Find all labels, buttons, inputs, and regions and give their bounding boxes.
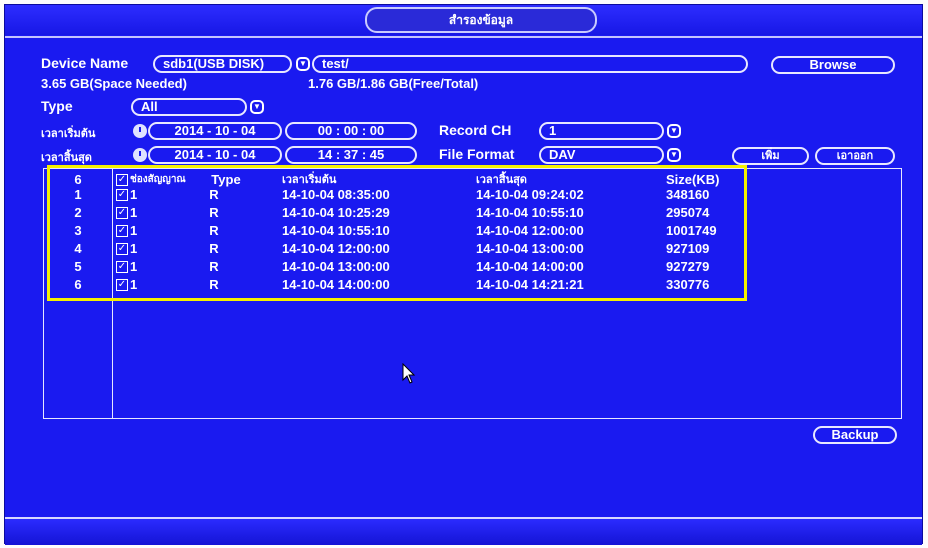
header-size: Size(KB)	[666, 172, 720, 187]
row-end: 14-10-04 12:00:00	[476, 223, 584, 238]
table-row[interactable]: 5 ✓ 1 R 14-10-04 13:00:00 14-10-04 14:00…	[44, 260, 901, 274]
row-end: 14-10-04 14:21:21	[476, 277, 584, 292]
screen: สำรองข้อมูล Device Name sdb1(USB DISK) ▼…	[0, 0, 928, 548]
title-bar: สำรองข้อมูล	[5, 5, 922, 35]
bottom-bar	[5, 517, 922, 545]
table-row[interactable]: 6 ✓ 1 R 14-10-04 14:00:00 14-10-04 14:21…	[44, 278, 901, 292]
title-separator	[5, 36, 922, 38]
header-count: 6	[74, 172, 82, 187]
end-date-field[interactable]: 2014 - 10 - 04	[148, 146, 282, 164]
row-size: 927109	[666, 241, 710, 256]
type-dropdown-icon[interactable]: ▼	[250, 100, 264, 114]
row-start: 14-10-04 12:00:00	[282, 241, 390, 256]
row-checkbox[interactable]: ✓	[116, 243, 128, 255]
end-time-field[interactable]: 14 : 37 : 45	[285, 146, 417, 164]
row-channel: 1	[130, 187, 138, 202]
backup-button[interactable]: Backup	[813, 426, 897, 444]
device-name-label: Device Name	[41, 55, 129, 71]
row-checkbox[interactable]: ✓	[116, 207, 128, 219]
end-time-label: เวลาสิ้นสุด	[41, 152, 92, 164]
end-clock-icon[interactable]	[133, 148, 147, 162]
row-index: 6	[74, 277, 82, 292]
browse-button[interactable]: Browse	[771, 56, 895, 74]
row-channel: 1	[130, 277, 138, 292]
dialog-title: สำรองข้อมูล	[365, 7, 597, 33]
table-row[interactable]: 2 ✓ 1 R 14-10-04 10:25:29 14-10-04 10:55…	[44, 206, 901, 220]
row-checkbox[interactable]: ✓	[116, 225, 128, 237]
row-type: R	[209, 205, 219, 220]
table-header: 6 ✓ ช่องสัญญาณ Type เวลาเริ่มต้น เวลาสิ้…	[44, 173, 901, 187]
add-button[interactable]: เพิ่ม	[732, 147, 809, 165]
file-format-label: File Format	[439, 146, 515, 162]
row-channel: 1	[130, 223, 138, 238]
file-format-dropdown-icon[interactable]: ▼	[667, 148, 681, 162]
record-ch-dropdown-icon[interactable]: ▼	[667, 124, 681, 138]
row-end: 14-10-04 10:55:10	[476, 205, 584, 220]
row-size: 1001749	[666, 223, 717, 238]
row-end: 14-10-04 13:00:00	[476, 241, 584, 256]
row-channel: 1	[130, 205, 138, 220]
header-channel: ช่องสัญญาณ	[130, 174, 186, 185]
remove-button[interactable]: เอาออก	[815, 147, 895, 165]
header-type: Type	[211, 172, 241, 187]
row-channel: 1	[130, 241, 138, 256]
row-checkbox[interactable]: ✓	[116, 261, 128, 273]
row-index: 3	[74, 223, 82, 238]
mouse-cursor-icon	[402, 363, 416, 384]
row-start: 14-10-04 13:00:00	[282, 259, 390, 274]
row-type: R	[209, 187, 219, 202]
row-end: 14-10-04 14:00:00	[476, 259, 584, 274]
space-needed-text: 3.65 GB(Space Needed)	[41, 76, 187, 91]
row-type: R	[209, 259, 219, 274]
header-end: เวลาสิ้นสุด	[476, 174, 527, 186]
device-dropdown-icon[interactable]: ▼	[296, 57, 310, 71]
row-start: 14-10-04 14:00:00	[282, 277, 390, 292]
row-channel: 1	[130, 259, 138, 274]
table-row[interactable]: 1 ✓ 1 R 14-10-04 08:35:00 14-10-04 09:24…	[44, 188, 901, 202]
start-time-label: เวลาเริ่มต้น	[41, 128, 96, 140]
file-format-select[interactable]: DAV	[539, 146, 664, 164]
row-index: 4	[74, 241, 82, 256]
header-start: เวลาเริ่มต้น	[282, 174, 337, 186]
row-type: R	[209, 241, 219, 256]
row-type: R	[209, 277, 219, 292]
row-checkbox[interactable]: ✓	[116, 279, 128, 291]
backup-dialog: สำรองข้อมูล Device Name sdb1(USB DISK) ▼…	[4, 4, 923, 545]
path-field[interactable]: test/	[312, 55, 748, 73]
row-start: 14-10-04 10:25:29	[282, 205, 390, 220]
table-row[interactable]: 4 ✓ 1 R 14-10-04 12:00:00 14-10-04 13:00…	[44, 242, 901, 256]
row-type: R	[209, 223, 219, 238]
type-label: Type	[41, 98, 73, 114]
row-size: 330776	[666, 277, 710, 292]
record-ch-label: Record CH	[439, 122, 512, 138]
row-index: 1	[74, 187, 82, 202]
row-start: 14-10-04 10:55:10	[282, 223, 390, 238]
type-select[interactable]: All	[131, 98, 247, 116]
row-size: 927279	[666, 259, 710, 274]
table-row[interactable]: 3 ✓ 1 R 14-10-04 10:55:10 14-10-04 12:00…	[44, 224, 901, 238]
row-checkbox[interactable]: ✓	[116, 189, 128, 201]
row-size: 295074	[666, 205, 710, 220]
row-end: 14-10-04 09:24:02	[476, 187, 584, 202]
record-ch-select[interactable]: 1	[539, 122, 664, 140]
row-index: 2	[74, 205, 82, 220]
file-table: 6 ✓ ช่องสัญญาณ Type เวลาเริ่มต้น เวลาสิ้…	[43, 168, 902, 419]
device-select[interactable]: sdb1(USB DISK)	[153, 55, 292, 73]
select-all-checkbox[interactable]: ✓	[116, 174, 128, 186]
start-date-field[interactable]: 2014 - 10 - 04	[148, 122, 282, 140]
free-total-text: 1.76 GB/1.86 GB(Free/Total)	[308, 76, 479, 91]
row-index: 5	[74, 259, 82, 274]
row-start: 14-10-04 08:35:00	[282, 187, 390, 202]
start-clock-icon[interactable]	[133, 124, 147, 138]
row-size: 348160	[666, 187, 710, 202]
start-time-field[interactable]: 00 : 00 : 00	[285, 122, 417, 140]
